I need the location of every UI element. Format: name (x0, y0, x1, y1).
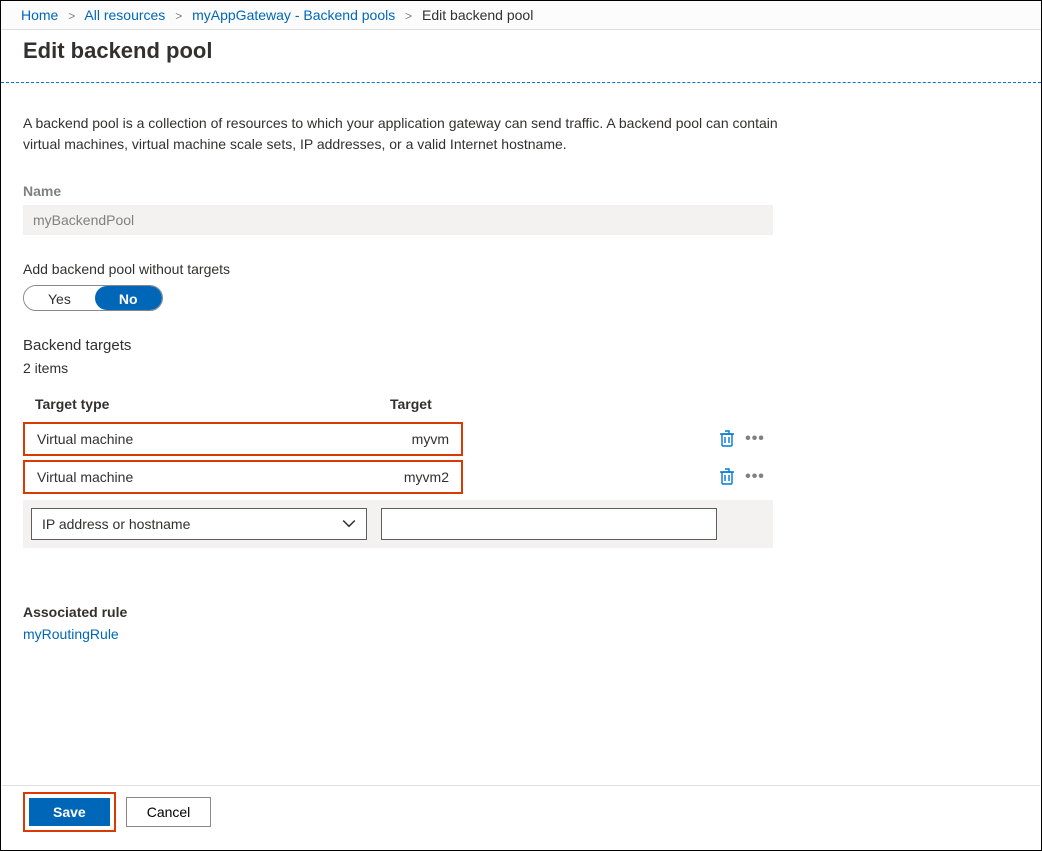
save-highlight: Save (23, 792, 116, 832)
without-targets-toggle[interactable]: Yes No (23, 285, 163, 311)
breadcrumb-home[interactable]: Home (21, 7, 58, 23)
row-type: Virtual machine (37, 469, 370, 485)
table-row: Virtual machine myvm ••• (23, 422, 773, 456)
name-input (23, 205, 773, 235)
more-icon[interactable]: ••• (745, 467, 765, 487)
chevron-right-icon: > (405, 9, 412, 23)
row-target: myvm2 (370, 469, 449, 485)
backend-targets-table: Target type Target Virtual machine myvm … (23, 390, 773, 548)
target-type-value: IP address or hostname (42, 516, 190, 532)
backend-targets-count: 2 items (23, 360, 1019, 376)
page-title: Edit backend pool (23, 38, 1019, 64)
trash-icon[interactable] (717, 467, 737, 487)
breadcrumb-current: Edit backend pool (422, 7, 533, 23)
footer: Save Cancel (23, 792, 1023, 832)
row-type: Virtual machine (37, 431, 370, 447)
without-targets-label: Add backend pool without targets (23, 261, 1019, 277)
row-highlight: Virtual machine myvm2 (23, 460, 463, 494)
save-button[interactable]: Save (29, 798, 110, 826)
table-header: Target type Target (23, 390, 773, 418)
backend-targets-title: Backend targets (23, 337, 1019, 354)
chevron-right-icon: > (68, 9, 75, 23)
trash-icon[interactable] (717, 429, 737, 449)
chevron-right-icon: > (175, 9, 182, 23)
page-description: A backend pool is a collection of resour… (23, 113, 783, 155)
breadcrumb: Home > All resources > myAppGateway - Ba… (1, 1, 1041, 30)
name-label: Name (23, 183, 1019, 199)
associated-rule-label: Associated rule (23, 604, 1019, 620)
add-target-row: IP address or hostname (23, 500, 773, 548)
toggle-no[interactable]: No (95, 286, 162, 310)
breadcrumb-all-resources[interactable]: All resources (84, 7, 165, 23)
associated-rule-link[interactable]: myRoutingRule (23, 626, 119, 642)
more-icon[interactable]: ••• (745, 429, 765, 449)
target-value-input[interactable] (381, 508, 717, 540)
col-header-type: Target type (35, 396, 380, 412)
col-header-target: Target (380, 396, 697, 412)
chevron-down-icon (342, 517, 356, 531)
footer-separator (2, 785, 1040, 786)
row-target: myvm (370, 431, 449, 447)
page-header: Edit backend pool (1, 30, 1041, 78)
table-row: Virtual machine myvm2 ••• (23, 460, 773, 494)
target-type-select[interactable]: IP address or hostname (31, 508, 367, 540)
cancel-button[interactable]: Cancel (126, 797, 212, 827)
toggle-yes[interactable]: Yes (24, 286, 95, 310)
row-highlight: Virtual machine myvm (23, 422, 463, 456)
breadcrumb-backend-pools[interactable]: myAppGateway - Backend pools (192, 7, 395, 23)
